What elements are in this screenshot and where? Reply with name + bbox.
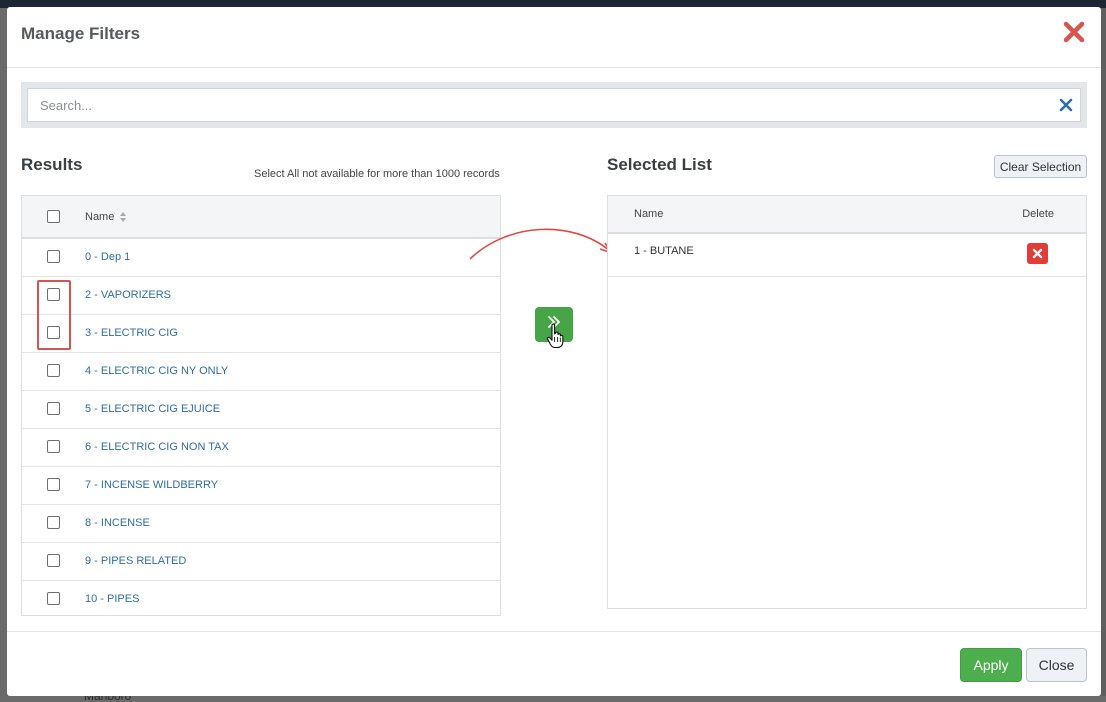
- result-link[interactable]: 9 - PIPES RELATED: [85, 555, 186, 567]
- transfer-arrow-annotation: [469, 228, 613, 260]
- result-row[interactable]: 3 - ELECTRIC CIG: [22, 315, 500, 353]
- result-link[interactable]: 5 - ELECTRIC CIG EJUICE: [85, 403, 220, 415]
- select-all-checkbox[interactable]: [47, 210, 60, 223]
- selected-item-label: 1 - BUTANE: [634, 245, 694, 257]
- result-link[interactable]: 10 - PIPES: [85, 593, 139, 605]
- row-checkbox[interactable]: [47, 364, 60, 377]
- clear-search-icon[interactable]: [1059, 98, 1073, 112]
- modal-header: Manage Filters: [7, 7, 1101, 68]
- selected-list-title: Selected List: [607, 155, 712, 174]
- result-link[interactable]: 2 - VAPORIZERS: [85, 289, 171, 301]
- name-column-header[interactable]: Name: [85, 211, 114, 223]
- selected-table: Name Delete 1 - BUTANE: [607, 195, 1087, 609]
- row-checkbox[interactable]: [47, 516, 60, 529]
- result-row[interactable]: 6 - ELECTRIC CIG NON TAX: [22, 429, 500, 467]
- result-link[interactable]: 0 - Dep 1: [85, 251, 130, 263]
- delete-button[interactable]: [1027, 243, 1048, 264]
- background-overlay: [0, 8, 7, 702]
- result-link[interactable]: 7 - INCENSE WILDBERRY: [85, 479, 218, 491]
- result-row[interactable]: 10 - PIPES: [22, 581, 500, 619]
- search-input[interactable]: [27, 88, 1081, 122]
- result-link[interactable]: 4 - ELECTRIC CIG NY ONLY: [85, 365, 228, 377]
- manage-filters-modal: Manage Filters Results Select All not av…: [7, 7, 1101, 696]
- result-row[interactable]: 8 - INCENSE: [22, 505, 500, 543]
- modal-title: Manage Filters: [21, 24, 141, 43]
- delete-icon: [1032, 248, 1043, 259]
- row-checkbox[interactable]: [47, 554, 60, 567]
- results-title: Results: [21, 155, 83, 174]
- results-table: Name 0 - Dep 1 2 - VAPORIZERS 3 - ELECTR…: [21, 195, 501, 616]
- delete-column-header: Delete: [1022, 208, 1054, 220]
- selected-row: 1 - BUTANE: [608, 234, 1086, 277]
- selected-header: Name Delete: [608, 196, 1086, 234]
- search-bar: [21, 82, 1087, 128]
- row-checkbox[interactable]: [47, 478, 60, 491]
- result-link[interactable]: 8 - INCENSE: [85, 517, 150, 529]
- row-checkbox[interactable]: [47, 250, 60, 263]
- result-row[interactable]: 0 - Dep 1: [22, 239, 500, 277]
- selected-name-column-header: Name: [634, 208, 664, 220]
- hand-cursor-icon: [546, 323, 564, 349]
- row-checkbox[interactable]: [47, 402, 60, 415]
- results-header: Name: [22, 196, 500, 239]
- result-link[interactable]: 3 - ELECTRIC CIG: [85, 327, 178, 339]
- select-all-note: Select All not available for more than 1…: [254, 168, 500, 180]
- apply-button[interactable]: Apply: [960, 648, 1022, 682]
- result-link[interactable]: 6 - ELECTRIC CIG NON TAX: [85, 441, 229, 453]
- close-button[interactable]: Close: [1026, 648, 1087, 682]
- result-row[interactable]: 7 - INCENSE WILDBERRY: [22, 467, 500, 505]
- checkbox-highlight-annotation: [37, 280, 71, 350]
- result-row[interactable]: 2 - VAPORIZERS: [22, 277, 500, 315]
- sort-icon[interactable]: [119, 211, 127, 223]
- result-row[interactable]: 9 - PIPES RELATED: [22, 543, 500, 581]
- result-row[interactable]: 4 - ELECTRIC CIG NY ONLY: [22, 353, 500, 391]
- result-row[interactable]: 5 - ELECTRIC CIG EJUICE: [22, 391, 500, 429]
- clear-selection-button[interactable]: Clear Selection: [994, 155, 1087, 178]
- close-icon[interactable]: [1061, 19, 1087, 45]
- background-bottom: [0, 696, 1106, 702]
- row-checkbox[interactable]: [47, 592, 60, 605]
- modal-footer: Apply Close: [7, 631, 1101, 696]
- row-checkbox[interactable]: [47, 440, 60, 453]
